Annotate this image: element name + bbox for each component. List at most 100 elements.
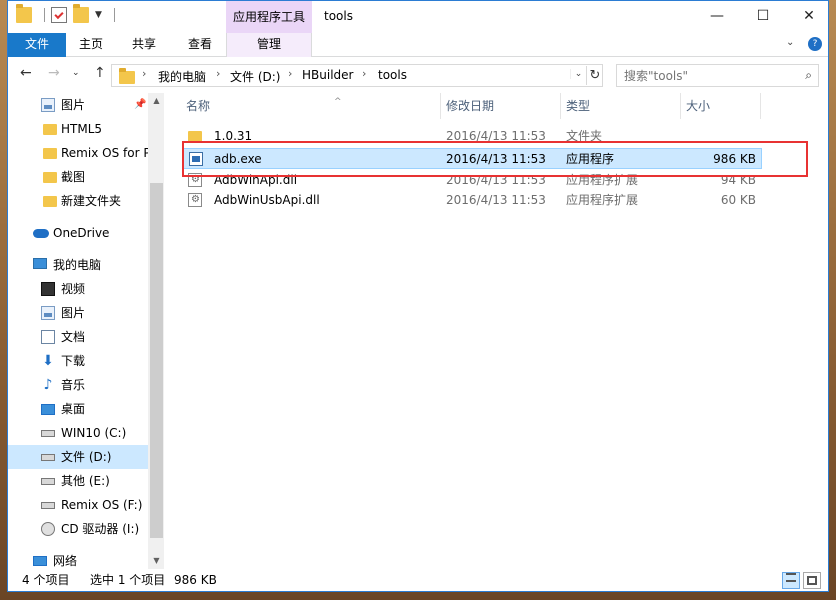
tab-home[interactable]: 主页 xyxy=(66,33,116,57)
sidebar-item-label: WIN10 (C:) xyxy=(61,426,127,440)
sidebar-item-drive-d[interactable]: 文件 (D:) xyxy=(8,445,148,469)
breadcrumb-separator[interactable]: › xyxy=(142,67,146,80)
breadcrumb-hbuilder[interactable]: HBuilder xyxy=(302,68,353,82)
scroll-up-icon[interactable]: ▲ xyxy=(148,96,165,105)
customize-toolbar-dropdown-icon[interactable]: ▼ xyxy=(95,10,102,20)
search-box[interactable]: ⌕ xyxy=(616,64,819,87)
sidebar-item-onedrive[interactable]: OneDrive xyxy=(8,221,148,245)
sidebar-scrollbar[interactable]: ▲ ▼ xyxy=(148,93,165,569)
column-header-name[interactable]: 名称 ^ xyxy=(186,93,436,119)
sidebar-item-label: Remix OS (F:) xyxy=(61,498,143,512)
file-list: 名称 ^ 修改日期 类型 大小 1.0.31 2016/4/13 11:53 文… xyxy=(164,93,828,569)
close-button[interactable]: ✕ xyxy=(786,1,828,31)
sort-ascending-icon: ^ xyxy=(334,97,342,107)
sidebar-item-downloads[interactable]: ⬇ 下载 xyxy=(8,349,148,373)
status-bar: 4 个项目 选中 1 个项目 986 KB xyxy=(8,569,828,591)
sidebar-item-desktop[interactable]: 桌面 xyxy=(8,397,148,421)
dll-icon xyxy=(188,189,202,210)
column-header-size[interactable]: 大小 xyxy=(686,93,756,119)
pictures-icon xyxy=(41,306,55,320)
sidebar-item-label: 图片 xyxy=(61,98,86,112)
sidebar-item-videos[interactable]: 视频 xyxy=(8,277,148,301)
tab-manage[interactable]: 管理 xyxy=(226,33,312,57)
scroll-down-icon[interactable]: ▼ xyxy=(148,556,165,565)
sidebar-item-drive-f[interactable]: Remix OS (F:) xyxy=(8,493,148,517)
scrollbar-thumb[interactable] xyxy=(150,183,163,538)
onedrive-icon xyxy=(33,229,49,238)
sidebar-item-label: 其他 (E:) xyxy=(61,474,110,488)
details-view-icon xyxy=(786,573,796,582)
sidebar-item-label: 新建文件夹 xyxy=(61,194,122,208)
computer-icon xyxy=(33,258,47,269)
help-icon[interactable]: ? xyxy=(808,37,822,51)
refresh-button[interactable]: ↻ xyxy=(586,66,603,85)
folder-icon xyxy=(43,124,57,135)
sidebar-item-music[interactable]: ♪ 音乐 xyxy=(8,373,148,397)
cd-drive-icon xyxy=(41,522,55,536)
large-icons-view-button[interactable] xyxy=(803,572,821,589)
search-input[interactable] xyxy=(617,65,787,86)
up-button[interactable]: ↑ xyxy=(94,65,106,81)
sidebar-item-screenshots[interactable]: 截图 xyxy=(8,165,148,189)
explorer-window: ▼ 应用程序工具 tools — ☐ ✕ 文件 主页 共享 查看 管理 ⌄ ? … xyxy=(7,0,829,592)
folder-icon xyxy=(43,196,57,207)
sidebar-item-label: 截图 xyxy=(61,170,86,184)
details-view-button[interactable] xyxy=(782,572,800,589)
sidebar-item-new-folder[interactable]: 新建文件夹 xyxy=(8,189,148,213)
sidebar-item-my-computer[interactable]: 我的电脑 xyxy=(8,253,148,277)
highlight-box xyxy=(182,141,808,177)
address-dropdown-icon[interactable]: ⌄ xyxy=(570,69,586,79)
desktop-icon xyxy=(41,404,55,415)
address-bar[interactable]: › 我的电脑 › 文件 (D:) › HBuilder › tools ⌄ ↻ xyxy=(111,64,603,87)
breadcrumb-drive-d[interactable]: 文件 (D:) xyxy=(230,68,280,85)
sidebar-item-pictures-quick[interactable]: 图片 📌 xyxy=(8,93,148,117)
properties-icon[interactable] xyxy=(51,7,67,23)
sidebar-item-cd-drive[interactable]: CD 驱动器 (I:) xyxy=(8,517,148,541)
column-header-type[interactable]: 类型 xyxy=(566,93,676,119)
sidebar-item-html5[interactable]: HTML5 xyxy=(8,117,148,141)
quick-access-toolbar: ▼ xyxy=(16,4,115,23)
file-date: 2016/4/13 11:53 xyxy=(446,193,546,207)
pictures-icon xyxy=(41,98,55,112)
column-divider[interactable] xyxy=(440,93,441,119)
search-icon[interactable]: ⌕ xyxy=(805,68,812,83)
back-button[interactable]: ← xyxy=(20,65,32,81)
new-folder-icon[interactable] xyxy=(73,4,89,23)
sidebar-item-drive-e[interactable]: 其他 (E:) xyxy=(8,469,148,493)
sidebar-item-documents[interactable]: 文档 xyxy=(8,325,148,349)
pin-icon[interactable]: 📌 xyxy=(134,93,146,117)
breadcrumb-separator[interactable]: › xyxy=(288,67,292,80)
column-divider[interactable] xyxy=(560,93,561,119)
breadcrumb-separator[interactable]: › xyxy=(362,67,366,80)
sidebar-item-label: 桌面 xyxy=(61,402,86,416)
minimize-button[interactable]: — xyxy=(694,1,740,31)
breadcrumb-my-computer[interactable]: 我的电脑 xyxy=(158,68,206,85)
network-icon xyxy=(33,556,47,566)
forward-button[interactable]: → xyxy=(48,65,60,81)
recent-locations-dropdown[interactable]: ⌄ xyxy=(72,68,80,78)
column-divider[interactable] xyxy=(760,93,761,119)
expand-ribbon-icon[interactable]: ⌄ xyxy=(786,37,794,48)
sidebar-item-label: 图片 xyxy=(61,306,86,320)
sidebar-item-drive-c[interactable]: WIN10 (C:) xyxy=(8,421,148,445)
selection-size: 986 KB xyxy=(174,573,217,587)
folder-icon xyxy=(43,148,57,159)
breadcrumb-separator[interactable]: › xyxy=(216,67,220,80)
sidebar-item-label: 我的电脑 xyxy=(53,258,102,272)
tab-file[interactable]: 文件 xyxy=(8,33,66,57)
tab-share[interactable]: 共享 xyxy=(116,33,172,57)
column-header-date[interactable]: 修改日期 xyxy=(446,93,556,119)
file-size: 60 KB xyxy=(720,193,756,207)
file-name: AdbWinUsbApi.dll xyxy=(214,193,320,207)
folder-icon xyxy=(119,68,135,84)
file-row[interactable]: AdbWinUsbApi.dll 2016/4/13 11:53 应用程序扩展 … xyxy=(182,189,762,211)
large-icons-view-icon xyxy=(807,576,817,585)
sidebar-item-pictures[interactable]: 图片 xyxy=(8,301,148,325)
maximize-button[interactable]: ☐ xyxy=(740,1,786,31)
breadcrumb-tools[interactable]: tools xyxy=(378,68,407,82)
sidebar-item-remix-os-for-pc[interactable]: Remix OS for P xyxy=(8,141,148,165)
tab-view[interactable]: 查看 xyxy=(172,33,228,57)
folder-icon[interactable] xyxy=(16,4,32,23)
music-icon: ♪ xyxy=(43,377,53,393)
column-divider[interactable] xyxy=(680,93,681,119)
